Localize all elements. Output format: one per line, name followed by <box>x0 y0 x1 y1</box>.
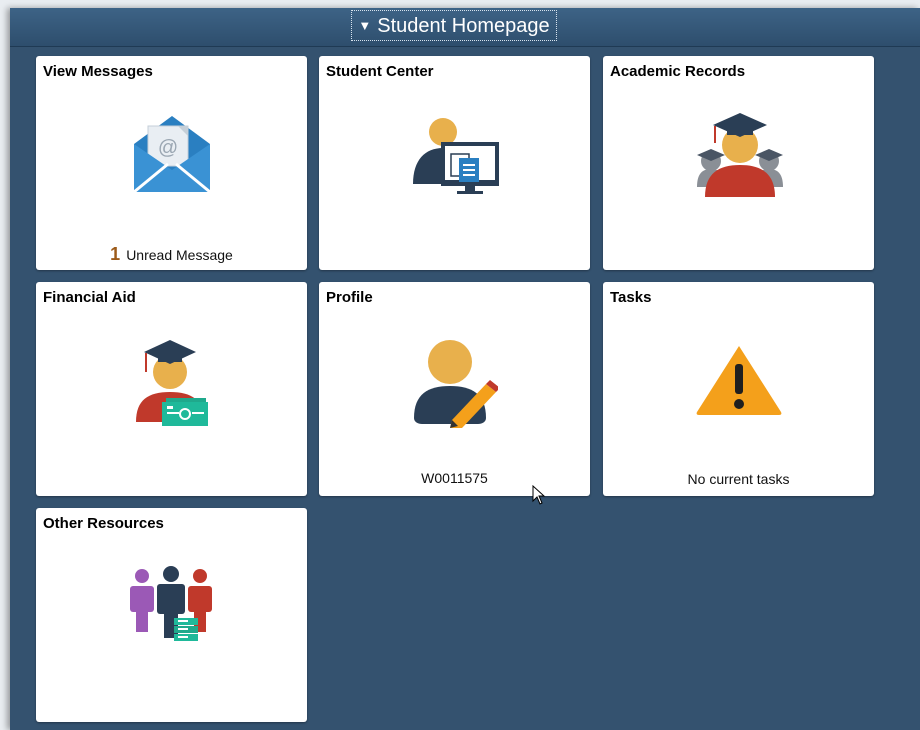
tile-title: Student Center <box>326 63 434 80</box>
graduates-icon <box>697 113 783 197</box>
header-bar: ▼ Student Homepage <box>10 8 920 47</box>
people-group-icon <box>130 566 212 641</box>
warning-icon <box>696 346 782 415</box>
message-count: 1 <box>110 244 121 264</box>
tile-other-resources[interactable]: Other Resources <box>36 508 307 722</box>
graduate-money-icon <box>136 340 208 426</box>
tasks-status: No current tasks <box>687 471 790 487</box>
tile-title: Other Resources <box>43 515 164 532</box>
envelope-icon: @ <box>133 116 211 194</box>
tile-financial-aid[interactable]: Financial Aid <box>36 282 307 496</box>
tile-title: Financial Aid <box>43 289 136 306</box>
unread-message-count: 1 Unread Message <box>36 244 307 265</box>
tile-title: Profile <box>326 289 373 306</box>
message-count-label: Unread Message <box>126 247 233 263</box>
app-canvas: ▼ Student Homepage View Messages @ 1 Unre… <box>10 8 920 730</box>
homepage-title: Student Homepage <box>377 14 550 37</box>
tile-tasks[interactable]: Tasks No current tasks <box>603 282 874 496</box>
tile-student-center[interactable]: Student Center <box>319 56 590 270</box>
mouse-cursor-icon <box>532 485 546 505</box>
tile-academic-records[interactable]: Academic Records <box>603 56 874 270</box>
triangle-down-icon: ▼ <box>358 18 372 33</box>
svg-text:@: @ <box>158 137 178 159</box>
window-frame: ▼ Student Homepage View Messages @ 1 Unre… <box>0 0 920 730</box>
person-pencil-icon <box>414 340 498 428</box>
tile-title: View Messages <box>43 63 153 80</box>
tile-title: Tasks <box>610 289 652 306</box>
homepage-selector[interactable]: ▼ Student Homepage <box>351 10 557 41</box>
tile-profile[interactable]: Profile W0011575 <box>319 282 590 496</box>
student-computer-icon <box>413 118 499 194</box>
tile-view-messages[interactable]: View Messages @ 1 Unread Message <box>36 56 307 270</box>
profile-id: W0011575 <box>421 470 488 486</box>
tile-title: Academic Records <box>610 63 746 80</box>
